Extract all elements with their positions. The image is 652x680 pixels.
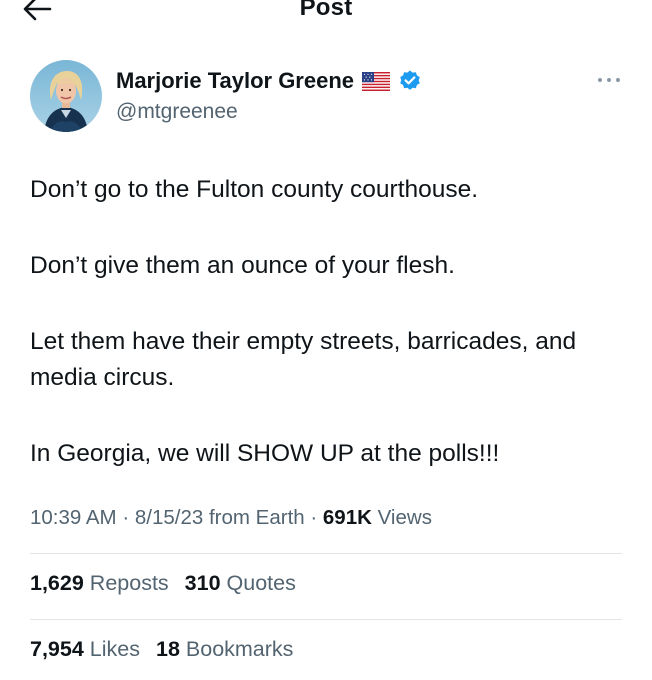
views-count: 691K (322, 506, 372, 529)
likes-stat[interactable]: 7,954 Likes (30, 637, 140, 661)
meta-separator: · (310, 506, 318, 529)
author-name[interactable]: Marjorie Taylor Greene (116, 68, 354, 94)
engagement-row-2: 7,954 Likes 18 Bookmarks (30, 637, 303, 662)
quotes-stat[interactable]: 310 Quotes (185, 571, 296, 595)
avatar[interactable] (30, 60, 102, 132)
author-name-row: Marjorie Taylor Greene (116, 66, 422, 96)
more-options-icon[interactable] (596, 72, 622, 88)
top-bar: Post (0, 0, 652, 30)
bookmarks-stat[interactable]: 18 Bookmarks (156, 637, 293, 661)
post-date[interactable]: 8/15/23 (135, 506, 203, 529)
divider (30, 553, 622, 554)
engagement-row-1: 1,629 Reposts 310 Quotes (30, 571, 306, 596)
us-flag-icon (362, 71, 391, 91)
verified-badge-icon[interactable] (398, 69, 422, 93)
profile-photo (30, 60, 102, 132)
post-paragraph: In Georgia, we will SHOW UP at the polls… (30, 440, 500, 467)
likes-label: Likes (89, 637, 140, 661)
reposts-count: 1,629 (30, 571, 84, 595)
bookmarks-label: Bookmarks (185, 637, 294, 661)
page-title: Post (299, 0, 353, 21)
reposts-stat[interactable]: 1,629 Reposts (30, 571, 169, 595)
post-paragraph: Don’t go to the Fulton county courthouse… (30, 176, 479, 203)
post-meta: 10:39 AM · 8/15/23 from Earth · 691K Vie… (30, 506, 432, 530)
quotes-count: 310 (184, 571, 221, 595)
views-label: Views (377, 506, 432, 529)
post-paragraph: Let them have their empty streets, barri… (30, 328, 577, 391)
post-paragraph: Don’t give them an ounce of your flesh. (30, 252, 455, 279)
likes-count: 7,954 (30, 637, 84, 661)
meta-separator: · (122, 506, 130, 529)
quotes-label: Quotes (226, 571, 296, 595)
post-source: from Earth (208, 506, 305, 529)
post-time[interactable]: 10:39 AM (30, 506, 117, 529)
author-handle[interactable]: @mtgreenee (116, 100, 238, 124)
reposts-label: Reposts (89, 571, 169, 595)
bookmarks-count: 18 (155, 637, 180, 661)
views-stat[interactable]: 691K Views (323, 506, 432, 529)
divider (30, 619, 622, 620)
